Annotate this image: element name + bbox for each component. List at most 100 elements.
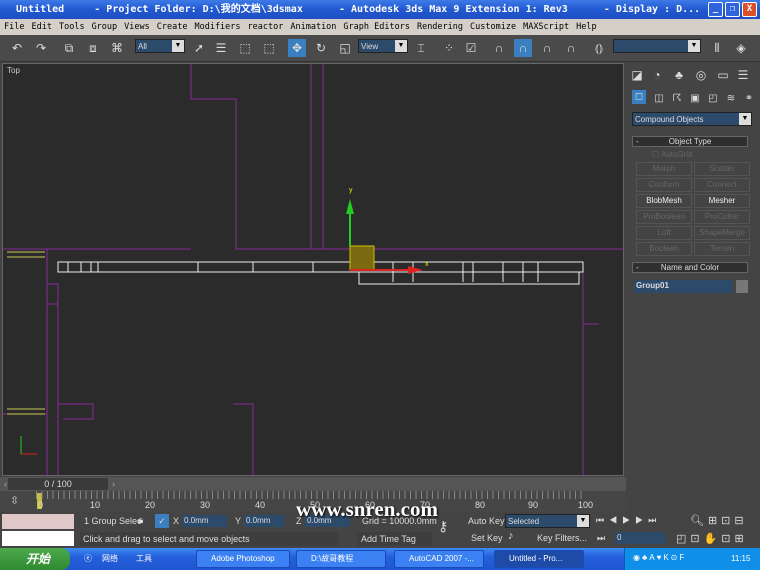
ie-icon[interactable]: ⓔ <box>84 553 92 564</box>
link-icon[interactable]: ⧉ <box>60 39 78 57</box>
terrain-button[interactable]: Terrain <box>694 242 750 256</box>
scatter-button[interactable]: Scatter <box>694 162 750 176</box>
conform-button[interactable]: Conform <box>636 178 692 192</box>
absolute-mode-icon[interactable]: ✓ <box>155 514 169 528</box>
display-tab-icon[interactable]: ▭ <box>714 66 732 84</box>
menu-rendering[interactable]: Rendering <box>417 22 463 32</box>
blobmesh-button[interactable]: BlobMesh <box>636 194 692 208</box>
key-mode-toggle-icon[interactable]: ⏭ <box>597 533 605 544</box>
current-frame-input[interactable]: 0 <box>615 532 665 544</box>
menu-modifiers[interactable]: Modifiers <box>194 22 240 32</box>
space-warps-icon[interactable]: ≋ <box>722 90 740 108</box>
percent-snap-icon[interactable]: ∩ <box>538 39 556 57</box>
tray-icons[interactable]: ◉♣A♥K⊙F <box>633 553 686 562</box>
utilities-tab-icon[interactable]: ☰ <box>734 66 752 84</box>
angle-snap-icon[interactable]: ☑ <box>462 39 480 57</box>
object-name-input[interactable]: Group01 <box>634 280 732 293</box>
lights-icon[interactable]: ☈ <box>668 90 686 108</box>
playback-controls[interactable]: ⏮◀▶▶⏭ <box>596 515 661 526</box>
motion-tab-icon[interactable]: ◎ <box>692 66 710 84</box>
boolean-button[interactable]: Boolean <box>636 242 692 256</box>
rect-selection-icon[interactable]: ⬚ <box>236 39 254 57</box>
mesher-button[interactable]: Mesher <box>694 194 750 208</box>
start-button[interactable]: 开始 <box>0 548 70 570</box>
scale-icon[interactable]: ◱ <box>336 39 354 57</box>
redo-icon[interactable]: ↷ <box>32 39 50 57</box>
key-filters-button[interactable]: Key Filters... <box>537 533 587 543</box>
auto-key-button[interactable]: Auto Key <box>468 516 505 526</box>
select-by-name-icon[interactable]: ☰ <box>212 39 230 57</box>
time-slider[interactable]: ‹ 0 / 100 › <box>0 477 626 491</box>
time-next-icon[interactable]: › <box>112 479 115 489</box>
menu-help[interactable]: Help <box>576 22 596 32</box>
tools-toolbar[interactable]: 工具 <box>136 553 152 564</box>
align-icon[interactable]: ◈ <box>732 39 750 57</box>
key-icon[interactable]: ⚷ <box>438 518 448 535</box>
links-toolbar[interactable]: 网络 <box>102 553 118 564</box>
window-crossing-icon[interactable]: ⬚ <box>260 39 278 57</box>
object-color-swatch[interactable] <box>736 280 748 293</box>
menu-file[interactable]: File <box>4 22 24 32</box>
named-selection-dropdown[interactable]: ▼ <box>613 39 701 53</box>
set-key-button[interactable]: Set Key <box>471 533 503 543</box>
menu-customize[interactable]: Customize <box>470 22 516 32</box>
create-tab-icon[interactable]: ◪ <box>628 66 646 84</box>
viewport-top[interactable]: Top y x <box>2 63 624 476</box>
systems-icon[interactable]: ⚭ <box>740 90 758 108</box>
menu-tools[interactable]: Tools <box>59 22 85 32</box>
menu-reactor[interactable]: reactor <box>248 22 284 32</box>
rotate-icon[interactable]: ↻ <box>312 39 330 57</box>
magnet-selected-icon[interactable]: ∩ <box>514 39 532 57</box>
key-mode-dropdown[interactable]: Selected ▼ <box>505 514 590 528</box>
viewport-nav-controls[interactable]: 🔍︎⊞⊡⊟ <box>690 514 748 527</box>
undo-icon[interactable]: ↶ <box>8 39 26 57</box>
menu-maxscript[interactable]: MAXScript <box>523 22 569 32</box>
time-slider-thumb[interactable]: 0 / 100 <box>8 478 108 490</box>
add-time-tag-button[interactable]: Add Time Tag <box>357 532 432 546</box>
lock-icon[interactable]: 🔒︎ <box>138 515 143 526</box>
selection-filter-dropdown[interactable]: All ▼ <box>135 39 185 53</box>
hierarchy-tab-icon[interactable]: ♣ <box>670 66 688 84</box>
menu-create[interactable]: Create <box>157 22 188 32</box>
maxscript-listener-pink[interactable] <box>2 514 74 529</box>
move-icon[interactable]: ✥ <box>288 39 306 57</box>
modify-tab-icon[interactable]: ◔ <box>648 66 666 84</box>
task-photoshop[interactable]: Adobe Photoshop <box>196 550 290 568</box>
menu-group[interactable]: Group <box>92 22 118 32</box>
close-button[interactable]: X <box>742 2 757 17</box>
minimize-button[interactable]: _ <box>708 2 723 17</box>
magnet-icon[interactable]: ∩ <box>490 39 508 57</box>
snap-icon[interactable]: ⁘ <box>440 39 458 57</box>
geometry-icon[interactable]: ◻ <box>632 90 646 104</box>
y-coord-input[interactable]: 0.0mm <box>244 515 284 527</box>
named-selection-icon[interactable]: ⦅⦆ <box>590 39 608 57</box>
task-3dsmax[interactable]: Untitled - Pro... <box>494 550 584 568</box>
menu-views[interactable]: Views <box>124 22 150 32</box>
viewport-nav-controls-2[interactable]: ◰⊡✋⊡⊞ <box>676 532 748 545</box>
spinner-snap-icon[interactable]: ∩ <box>562 39 580 57</box>
maxscript-listener-white[interactable] <box>2 531 74 546</box>
curve-editor-icon[interactable]: ⇳ <box>10 494 19 507</box>
cameras-icon[interactable]: ▣ <box>686 90 704 108</box>
menu-animation[interactable]: Animation <box>290 22 336 32</box>
task-autocad[interactable]: AutoCAD 2007 -... <box>394 550 484 568</box>
autogrid-checkbox[interactable]: ☐ AutoGrid <box>652 150 693 159</box>
shapemerge-button[interactable]: ShapeMerge <box>694 226 750 240</box>
menu-graph-editors[interactable]: Graph Editors <box>343 22 410 32</box>
shapes-icon[interactable]: ◫ <box>650 90 668 108</box>
unlink-icon[interactable]: ⧈ <box>84 39 102 57</box>
procutter-button[interactable]: ProCutter <box>694 210 750 224</box>
mirror-icon[interactable]: ⫴ <box>708 39 726 57</box>
morph-button[interactable]: Morph <box>636 162 692 176</box>
pivot-icon[interactable]: ⌶ <box>412 39 430 57</box>
time-prev-icon[interactable]: ‹ <box>4 479 7 489</box>
category-dropdown[interactable]: Compound Objects ▼ <box>632 112 752 126</box>
name-and-color-rollout[interactable]: - Name and Color <box>632 262 748 273</box>
select-icon[interactable]: ➚ <box>190 39 208 57</box>
bind-space-warp-icon[interactable]: ⌘ <box>108 39 126 57</box>
loft-button[interactable]: Loft <box>636 226 692 240</box>
object-type-rollout[interactable]: - Object Type <box>632 136 748 147</box>
connect-button[interactable]: Connect <box>694 178 750 192</box>
reference-coord-dropdown[interactable]: View ▼ <box>358 39 408 53</box>
key-tangent-icon[interactable]: ♪ <box>508 530 514 542</box>
